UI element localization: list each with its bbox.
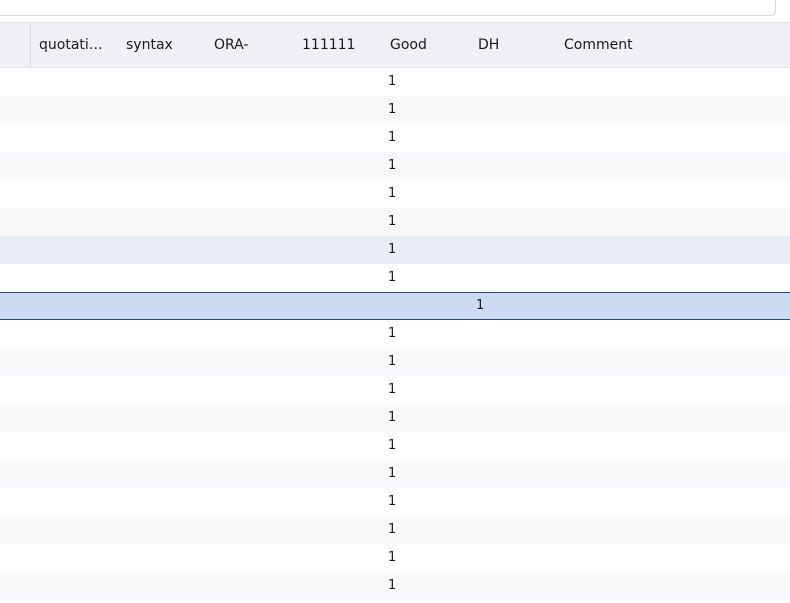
good-cell[interactable]: 1 xyxy=(388,376,466,404)
table-row[interactable]: 1 xyxy=(0,320,790,348)
good-cell[interactable]: 1 xyxy=(476,293,554,319)
col-quotation-header[interactable]: quotati… xyxy=(30,23,118,68)
table-row[interactable]: 1 xyxy=(0,544,790,572)
grid-header: quotati… syntax ORA- 111111 Good DH Comm… xyxy=(0,22,790,68)
table-row[interactable]: 1 xyxy=(0,432,790,460)
good-cell[interactable]: 1 xyxy=(388,68,466,96)
filter-bar xyxy=(0,0,790,20)
table-row[interactable]: 1 xyxy=(0,572,790,600)
results-grid: quotati… syntax ORA- 111111 Good DH Comm… xyxy=(0,22,790,603)
table-row[interactable]: 1 xyxy=(0,264,790,292)
col-syntax-header[interactable]: syntax xyxy=(118,23,206,68)
table-row-selected[interactable]: 1 xyxy=(0,292,790,320)
good-cell[interactable]: 1 xyxy=(388,404,466,432)
good-cell[interactable]: 1 xyxy=(388,236,466,264)
grid-body: 1111111111111111111 xyxy=(0,68,790,600)
col-111111-header[interactable]: 111111 xyxy=(294,23,382,68)
col-blank-header[interactable] xyxy=(0,23,30,68)
table-row[interactable]: 1 xyxy=(0,348,790,376)
good-cell[interactable]: 1 xyxy=(388,488,466,516)
table-row[interactable]: 1 xyxy=(0,376,790,404)
good-cell[interactable]: 1 xyxy=(388,208,466,236)
col-ora-header[interactable]: ORA- xyxy=(206,23,294,68)
results-window: quotati… syntax ORA- 111111 Good DH Comm… xyxy=(0,0,790,603)
table-row[interactable]: 1 xyxy=(0,460,790,488)
table-row[interactable]: 1 xyxy=(0,68,790,96)
good-cell[interactable]: 1 xyxy=(388,320,466,348)
table-row[interactable]: 1 xyxy=(0,152,790,180)
col-dh-header[interactable]: DH xyxy=(470,23,556,68)
col-good-header[interactable]: Good xyxy=(382,23,470,68)
good-cell[interactable]: 1 xyxy=(388,180,466,208)
good-cell[interactable]: 1 xyxy=(388,152,466,180)
table-row[interactable]: 1 xyxy=(0,516,790,544)
table-row[interactable]: 1 xyxy=(0,404,790,432)
table-row[interactable]: 1 xyxy=(0,236,790,264)
table-row[interactable]: 1 xyxy=(0,180,790,208)
col-comment-header[interactable]: Comment xyxy=(556,23,790,68)
table-row[interactable]: 1 xyxy=(0,488,790,516)
good-cell[interactable]: 1 xyxy=(388,460,466,488)
good-cell[interactable]: 1 xyxy=(388,264,466,292)
table-row[interactable]: 1 xyxy=(0,96,790,124)
good-cell[interactable]: 1 xyxy=(388,516,466,544)
good-cell[interactable]: 1 xyxy=(388,348,466,376)
good-cell[interactable]: 1 xyxy=(388,96,466,124)
table-row[interactable]: 1 xyxy=(0,124,790,152)
filter-input[interactable] xyxy=(0,0,776,16)
good-cell[interactable]: 1 xyxy=(388,432,466,460)
good-cell[interactable]: 1 xyxy=(388,124,466,152)
table-row[interactable]: 1 xyxy=(0,208,790,236)
good-cell[interactable]: 1 xyxy=(388,544,466,572)
good-cell[interactable]: 1 xyxy=(388,572,466,600)
